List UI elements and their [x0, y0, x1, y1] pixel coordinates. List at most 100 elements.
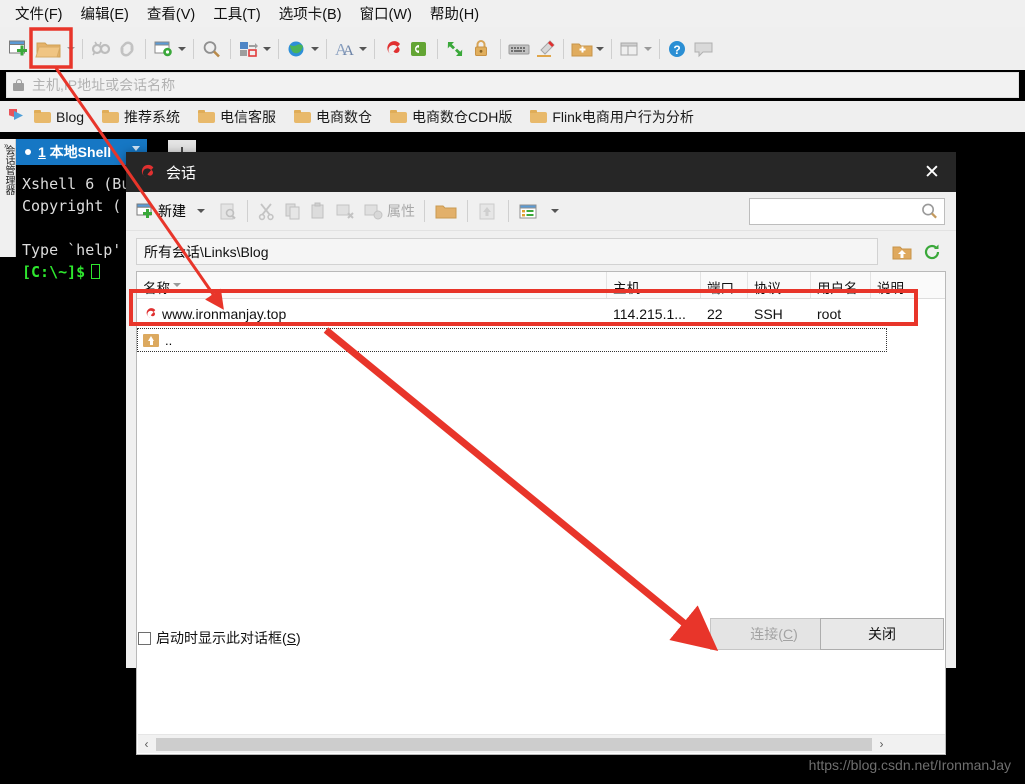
globe-icon[interactable] [284, 36, 310, 62]
bookmark-dianshangshucang-cdh[interactable]: 电商数仓CDH版 [390, 107, 512, 127]
menu-tools[interactable]: 工具(T) [204, 0, 270, 27]
column-header-port[interactable]: 端口 [701, 272, 748, 298]
properties-icon[interactable]: 属性 [360, 197, 418, 225]
chevron-down-icon[interactable] [132, 146, 140, 151]
transfer-icon[interactable] [236, 36, 262, 62]
column-label: 用户名 [817, 281, 858, 296]
startup-checkbox[interactable] [138, 631, 151, 645]
bookmark-flag-icon[interactable] [8, 109, 24, 124]
toolbar-separator [145, 38, 146, 59]
help-icon[interactable]: ? [665, 36, 691, 62]
column-header-name[interactable]: 名称 [137, 272, 607, 298]
dialog-title: 会话 [166, 164, 197, 182]
comment-icon[interactable] [691, 36, 717, 62]
parent-folder-row[interactable]: .. [137, 328, 887, 352]
scroll-left-arrow[interactable]: ‹ [138, 735, 155, 753]
folder-icon [294, 110, 312, 123]
column-header-host[interactable]: 主机 [607, 272, 701, 298]
horizontal-scrollbar[interactable]: ‹ › [138, 734, 945, 753]
new-session-icon[interactable] [6, 36, 32, 62]
column-header-description[interactable]: 说明 [871, 272, 945, 298]
menu-tabs[interactable]: 选项卡(B) [270, 0, 351, 27]
bookmark-tuijianxitong[interactable]: 推荐系统 [102, 107, 180, 127]
open-folder-icon[interactable] [32, 36, 66, 62]
toolbar-separator [230, 38, 231, 59]
fullscreen-icon[interactable] [443, 36, 469, 62]
menu-window[interactable]: 窗口(W) [351, 0, 421, 27]
bookmark-flink[interactable]: Flink电商用户行为分析 [530, 107, 694, 127]
rename-icon[interactable] [215, 197, 241, 225]
column-header-protocol[interactable]: 协议 [748, 272, 811, 298]
xftp-icon[interactable] [406, 36, 432, 62]
open-folder-caret-icon[interactable] [67, 46, 75, 51]
disconnect-icon[interactable] [88, 36, 114, 62]
search-input[interactable] [749, 198, 945, 225]
startup-checkbox-row[interactable]: 启动时显示此对话框(S) [138, 628, 301, 648]
view-details-icon[interactable] [515, 197, 543, 225]
toolbar-separator [563, 38, 564, 59]
menu-file[interactable]: 文件(F) [6, 0, 72, 27]
paste-icon[interactable] [306, 197, 332, 225]
new-folder-icon[interactable] [569, 36, 595, 62]
scroll-right-arrow[interactable]: › [873, 735, 890, 753]
globe-caret-icon[interactable] [311, 46, 319, 51]
terminal-line-4: Type `help' [22, 241, 122, 259]
find-icon[interactable] [199, 36, 225, 62]
layout-icon[interactable] [617, 36, 643, 62]
bookmark-label: Blog [56, 108, 85, 125]
refresh-icon[interactable] [920, 240, 944, 263]
scrollbar-thumb[interactable] [156, 737, 872, 751]
session-manager-sidebar[interactable]: » 会话管理器 [0, 139, 16, 257]
connect-button[interactable]: 连接(C) [710, 618, 838, 650]
address-bar[interactable]: 主机,IP地址或会话名称 [6, 72, 1019, 98]
lock-icon[interactable] [469, 36, 495, 62]
highlight-icon[interactable] [532, 36, 558, 62]
session-properties-icon[interactable] [151, 36, 177, 62]
terminal-output: Xshell 6 (Bu Copyright ( Type `help' [C:… [22, 173, 130, 283]
session-properties-caret-icon[interactable] [178, 46, 186, 51]
font-caret-icon[interactable] [359, 46, 367, 51]
transfer-caret-icon[interactable] [263, 46, 271, 51]
bookmark-label: 电信客服 [220, 108, 277, 125]
folder-icon [390, 110, 408, 123]
reconnect-icon[interactable] [114, 36, 140, 62]
delete-icon[interactable] [332, 197, 360, 225]
svg-text:A: A [343, 43, 354, 59]
startup-checkbox-label: 启动时显示此对话框(S) [156, 630, 301, 646]
folder-up-icon [143, 333, 159, 347]
menu-help[interactable]: 帮助(H) [421, 0, 488, 27]
folder-up-icon[interactable] [890, 240, 914, 263]
new-folder-caret-icon[interactable] [596, 46, 604, 51]
new-session-button[interactable]: 新建 [133, 197, 189, 225]
copy-icon[interactable] [280, 197, 306, 225]
list-header: 名称 主机 端口 协议 用户名 说明 [137, 272, 945, 299]
new-session-label: 新建 [158, 203, 186, 219]
bookmark-label: 电商数仓 [316, 108, 373, 125]
folder-icon [102, 110, 120, 123]
session-protocol: SSH [754, 305, 783, 322]
main-toolbar: A A ? [0, 27, 1025, 70]
new-session-caret-icon[interactable] [197, 209, 205, 213]
font-icon[interactable]: A A [332, 36, 358, 62]
xshell-icon[interactable] [380, 36, 406, 62]
view-caret-icon[interactable] [551, 209, 559, 213]
table-row[interactable]: www.ironmanjay.top 114.215.1... 22 SSH r… [137, 299, 945, 328]
bookmark-dianshangshucang[interactable]: 电商数仓 [294, 107, 372, 127]
cut-icon[interactable] [254, 197, 280, 225]
move-up-icon[interactable] [474, 197, 502, 225]
menu-view[interactable]: 查看(V) [138, 0, 204, 27]
dialog-toolbar-separator [508, 200, 509, 222]
layout-caret-icon[interactable] [644, 46, 652, 51]
close-button[interactable]: 关闭 [820, 618, 944, 650]
bookmark-blog[interactable]: Blog [34, 109, 84, 125]
bookmark-dianxinkefu[interactable]: 电信客服 [198, 107, 276, 127]
lock-icon [13, 79, 24, 91]
menu-edit[interactable]: 编辑(E) [72, 0, 138, 27]
close-icon[interactable]: ✕ [908, 152, 956, 192]
path-field[interactable]: 所有会话\Links\Blog [136, 238, 878, 265]
session-list-box[interactable]: 名称 主机 端口 协议 用户名 说明 www.ironmanjay.top 11… [136, 271, 946, 755]
bookmark-label: 推荐系统 [124, 108, 181, 125]
keyboard-icon[interactable] [506, 36, 532, 62]
new-folder-icon[interactable] [431, 197, 461, 225]
column-header-username[interactable]: 用户名 [811, 272, 871, 298]
